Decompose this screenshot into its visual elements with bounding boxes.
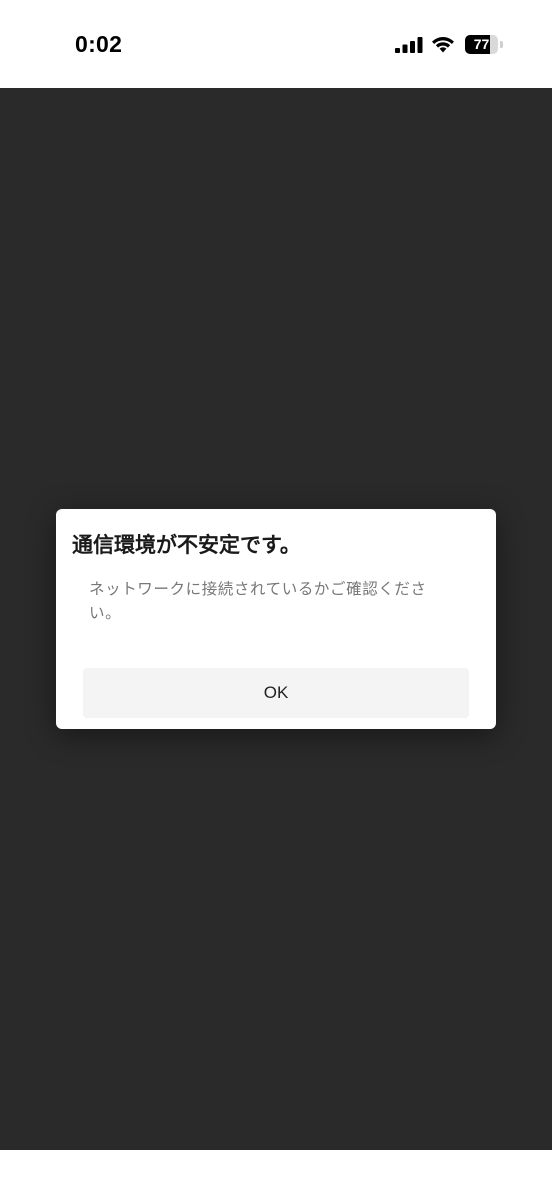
status-bar: 0:02 77 (0, 0, 552, 88)
battery-level: 77 (473, 36, 490, 52)
bottom-bar (0, 1150, 552, 1200)
status-time: 0:02 (75, 31, 123, 57)
ok-button[interactable]: OK (83, 668, 469, 718)
signal-icon (395, 37, 423, 53)
dialog-message: ネットワークに接続されているかご確認ください。 (89, 580, 427, 622)
battery-body: 77 (465, 35, 498, 54)
wifi-icon (432, 37, 454, 53)
battery-cap (500, 41, 503, 48)
dialog-title: 通信環境が不安定です。 (72, 533, 301, 557)
alert-dialog: 通信環境が不安定です。 ネットワークに接続されているかご確認ください。 OK (56, 509, 496, 729)
battery-icon: 77 (465, 35, 505, 54)
